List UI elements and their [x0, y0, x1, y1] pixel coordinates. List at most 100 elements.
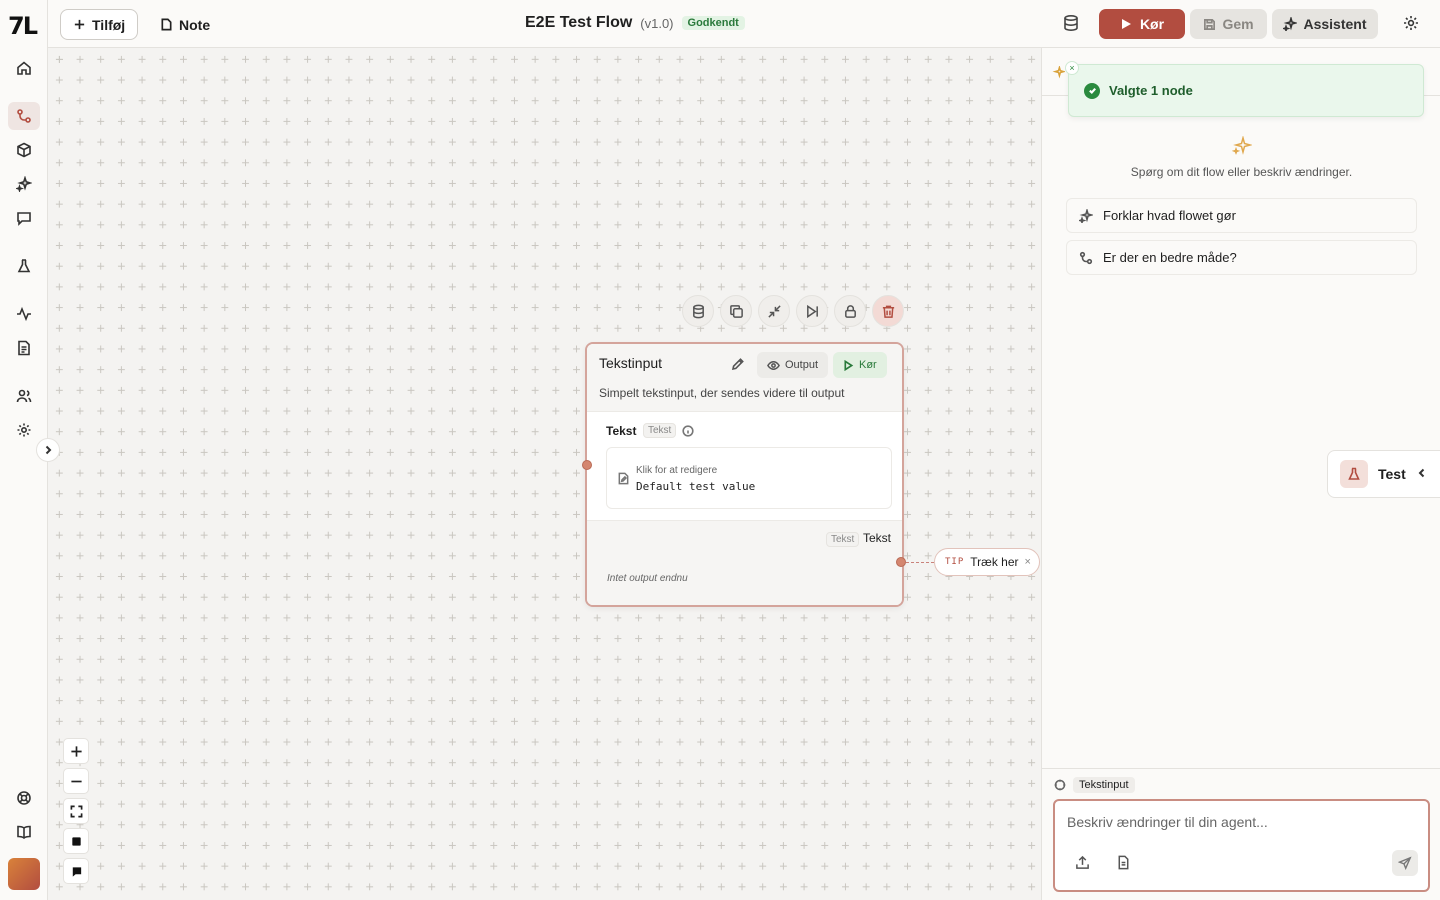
node-lock-button[interactable]: [834, 295, 866, 327]
node-run-button[interactable]: Kør: [833, 352, 887, 378]
app-logo[interactable]: 7L: [8, 12, 40, 40]
suggestion-label: Forklar hvad flowet gør: [1103, 208, 1236, 223]
play-icon: [1121, 19, 1131, 29]
document-icon[interactable]: [8, 334, 40, 362]
add-button-label: Tilføj: [92, 16, 126, 33]
chat-icon[interactable]: [8, 204, 40, 232]
close-icon[interactable]: ×: [1025, 556, 1031, 568]
minus-icon: [70, 780, 82, 782]
zoom-out-button[interactable]: [63, 768, 89, 794]
square-icon: [71, 836, 81, 846]
copy-icon: [729, 304, 743, 318]
chat-bubble-icon: [72, 866, 81, 877]
send-icon: [1398, 856, 1412, 870]
node-duplicate-button[interactable]: [720, 295, 752, 327]
book-icon[interactable]: [8, 818, 40, 846]
assistant-button[interactable]: Assistent: [1272, 9, 1378, 39]
toast-message: Valgte 1 node: [1109, 83, 1193, 98]
context-row: Tekstinput: [1042, 768, 1440, 800]
chevron-right-icon: [45, 445, 52, 455]
sparkles-icon: [1079, 208, 1093, 223]
top-toolbar: Tilføj Note E2E Test Flow (v1.0) Godkend…: [48, 0, 1440, 48]
skip-forward-icon: [806, 304, 818, 318]
left-rail: 7L: [0, 0, 60, 900]
node-data-button[interactable]: [682, 295, 714, 327]
node-header: Tekstinput Output Kør Simpelt tekstinput…: [587, 344, 902, 412]
activity-icon[interactable]: [8, 300, 40, 328]
text-input-node[interactable]: Tekstinput Output Kør Simpelt tekstinput…: [585, 342, 904, 607]
add-button[interactable]: Tilføj: [60, 9, 139, 40]
flows-icon[interactable]: [8, 102, 40, 130]
text-field-editor[interactable]: Klik for at redigere Default test value: [606, 447, 892, 509]
suggestion-explain-flow[interactable]: Forklar hvad flowet gør: [1066, 198, 1417, 233]
suggestion-better-way[interactable]: Er der en bedre måde?: [1066, 240, 1417, 275]
lock-icon: [844, 304, 856, 318]
test-tab-label: Test: [1378, 466, 1406, 482]
suggestion-label: Er der en bedre måde?: [1103, 250, 1237, 265]
home-icon[interactable]: [8, 54, 40, 82]
plus-icon: [70, 745, 82, 757]
edit-document-icon: [617, 472, 631, 486]
minimap-button[interactable]: [63, 858, 89, 884]
input-handle[interactable]: [582, 460, 592, 470]
info-icon[interactable]: [682, 425, 694, 437]
run-button-label: Kør: [1139, 16, 1165, 32]
zoom-in-button[interactable]: [63, 738, 89, 764]
prompt-input[interactable]: [1067, 811, 1407, 833]
save-button-label: Gem: [1222, 16, 1254, 32]
help-icon[interactable]: [8, 784, 40, 812]
node-input-section: Tekst Tekst Klik for at redigere Default…: [587, 412, 902, 520]
upload-icon[interactable]: [1075, 855, 1091, 871]
flows-icon: [1079, 251, 1093, 264]
target-icon: [1054, 779, 1066, 790]
composer: [1053, 799, 1430, 892]
test-panel-tab[interactable]: Test: [1327, 450, 1440, 498]
flask-icon[interactable]: [8, 252, 40, 280]
tip-tag: TIP: [945, 557, 965, 567]
node-delete-button[interactable]: [872, 295, 904, 327]
output-empty-text: Intet output endnu: [607, 573, 688, 584]
trash-icon: [882, 305, 894, 318]
minimize-icon: [767, 304, 781, 318]
drag-tip[interactable]: TIP Træk her ×: [934, 548, 1040, 576]
gear-icon[interactable]: [8, 416, 40, 444]
node-toolbar: [682, 295, 904, 327]
context-chip[interactable]: Tekstinput: [1073, 776, 1135, 793]
flow-title-group: E2E Test Flow (v1.0) Godkendt: [525, 14, 745, 32]
node-output-label: Output: [785, 359, 819, 371]
node-collapse-button[interactable]: [758, 295, 790, 327]
node-output-button[interactable]: Output: [757, 352, 829, 378]
fit-view-button[interactable]: [63, 798, 89, 824]
page-title[interactable]: E2E Test Flow: [525, 14, 632, 32]
box-icon[interactable]: [8, 136, 40, 164]
pencil-icon[interactable]: [731, 357, 747, 373]
lock-canvas-button[interactable]: [63, 828, 89, 854]
node-skip-button[interactable]: [796, 295, 828, 327]
sidebar-expand-button[interactable]: [36, 438, 60, 462]
output-label: Tekst: [863, 531, 892, 545]
output-handle[interactable]: [896, 557, 906, 567]
toast-close-button[interactable]: ×: [1065, 61, 1079, 75]
run-button[interactable]: Kør: [1099, 9, 1185, 39]
sparkles-icon[interactable]: [8, 170, 40, 198]
avatar[interactable]: [8, 858, 40, 890]
plus-icon: [74, 19, 85, 30]
sparkles-icon: [1052, 64, 1067, 80]
document-icon[interactable]: [1116, 855, 1132, 871]
settings-button[interactable]: [1402, 14, 1422, 34]
field-label: Tekst: [606, 424, 637, 438]
output-type-badge: Tekst: [826, 532, 860, 547]
database-button[interactable]: [1062, 14, 1082, 34]
save-icon: [1204, 18, 1216, 30]
node-title: Tekstinput: [599, 355, 663, 371]
flow-canvas[interactable]: Tekstinput Output Kør Simpelt tekstinput…: [48, 48, 1041, 900]
send-button[interactable]: [1392, 850, 1418, 876]
database-icon: [1064, 14, 1078, 32]
note-button[interactable]: Note: [156, 9, 214, 40]
check-circle-icon: [1084, 82, 1100, 99]
save-button[interactable]: Gem: [1190, 9, 1267, 39]
selection-toast: Valgte 1 node: [1068, 64, 1424, 117]
users-icon[interactable]: [8, 382, 40, 410]
gear-icon: [1404, 16, 1418, 30]
assistant-empty-text: Spørg om dit flow eller beskriv ændringe…: [1130, 165, 1353, 179]
